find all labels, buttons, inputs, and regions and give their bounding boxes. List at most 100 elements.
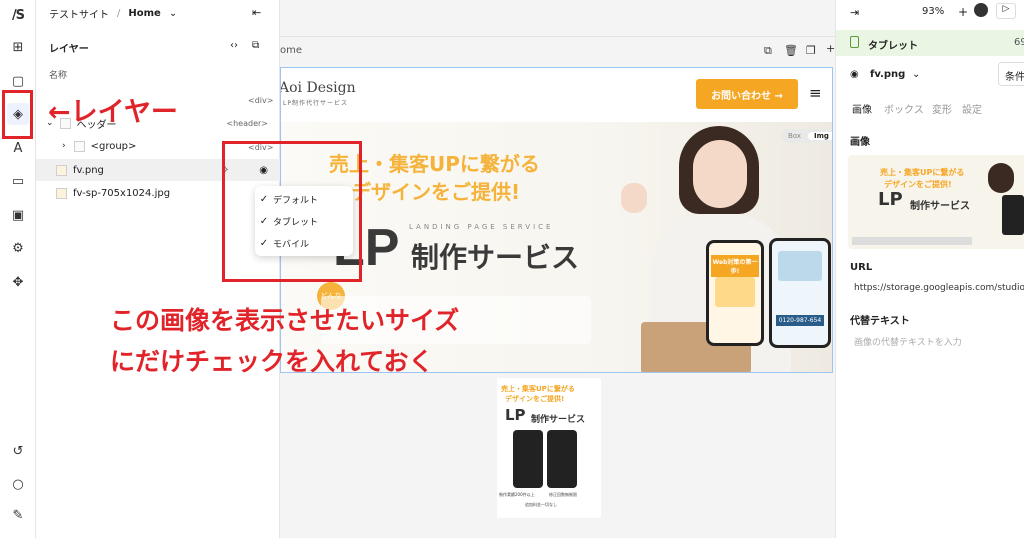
- tablet-icon: [850, 36, 859, 48]
- annotation-layer-label: ←レイヤー: [48, 97, 178, 128]
- check-icon: ✓: [259, 193, 269, 205]
- app-logo[interactable]: /S: [7, 4, 29, 26]
- page-selector[interactable]: Home: [128, 8, 160, 19]
- breakpoint-width: 69: [1014, 37, 1024, 48]
- comment-icon[interactable]: ○: [7, 473, 29, 495]
- icon-rail: /S ⊞ ▢ ◈ A ▭ ▣ ⚙ ✥ ↺ ○ ✎: [0, 0, 36, 538]
- preview-woman: [988, 163, 1014, 193]
- breadcrumb-separator: /: [117, 8, 121, 19]
- annotation-note-1: この画像を表示させたいサイズ: [110, 306, 460, 335]
- tab-transform[interactable]: 変形: [932, 101, 952, 116]
- layer-label: fv.png: [73, 164, 104, 176]
- zoom-level[interactable]: 93%: [922, 6, 944, 17]
- image-icon[interactable]: ▣: [7, 204, 29, 226]
- image-thumbnail: [56, 187, 67, 199]
- url-field[interactable]: https://storage.googleapis.com/studio-de: [848, 278, 1024, 300]
- hero-headline-2: デザインをご提供!: [351, 180, 521, 204]
- panel-toggle-icon[interactable]: ⇥: [850, 6, 859, 19]
- edit-icon[interactable]: ✎: [7, 504, 29, 526]
- pages-icon[interactable]: ▢: [7, 70, 29, 92]
- toggle-box[interactable]: Box: [781, 132, 808, 140]
- woman-hand: [621, 183, 647, 213]
- div-tag: <div>: [248, 96, 274, 105]
- alt-text-input[interactable]: 画像の代替テキストを入力: [848, 330, 1024, 352]
- sp-big: LP: [505, 406, 526, 424]
- history-icon[interactable]: ↺: [7, 440, 29, 462]
- sp-phone-2: [547, 430, 577, 488]
- chevron-down-icon[interactable]: ⌄: [169, 8, 177, 19]
- layer-label: fv-sp-705x1024.jpg: [73, 187, 171, 199]
- preview-headline-1: 売上・集客UPに繋がる: [880, 168, 965, 177]
- menu-item-tablet[interactable]: ✓ タブレット: [255, 210, 353, 232]
- menu-item-default[interactable]: ✓ デフォルト: [255, 188, 353, 210]
- add-icon[interactable]: +: [826, 42, 835, 55]
- condition-button[interactable]: 条件: [998, 62, 1024, 86]
- sp-preview[interactable]: 売上・集客UPに繋がる デザインをご提供! LP 制作サービス 制作実績200件…: [497, 378, 601, 518]
- sp-feature-2: 修正回数無制限: [549, 492, 577, 497]
- chevron-down-icon[interactable]: ⌄: [912, 69, 920, 80]
- menu-item-mobile[interactable]: ✓ モバイル: [255, 232, 353, 254]
- add-element-icon[interactable]: ⊞: [7, 36, 29, 58]
- breakpoint-label: タブレット: [868, 41, 918, 52]
- column-header: 名称: [49, 71, 68, 81]
- components-icon[interactable]: ✥: [7, 271, 29, 293]
- service-ja: 制作サービス: [411, 241, 580, 274]
- menu-item-label: デフォルト: [273, 195, 319, 206]
- typography-icon[interactable]: A: [7, 137, 29, 159]
- trash-icon[interactable]: 🗑: [784, 44, 798, 57]
- tab-settings[interactable]: 設定: [962, 101, 982, 116]
- add-icon[interactable]: +: [958, 5, 968, 19]
- sp-feature-1: 制作実績200件以上: [499, 492, 535, 497]
- phone2-tel: 0120-987-654: [776, 315, 824, 326]
- phone-mockup-1: Web対策の第一歩!: [706, 240, 764, 346]
- breadcrumb: テストサイト / Home ⌄: [49, 6, 177, 21]
- layer-tag: <header>: [226, 118, 268, 128]
- sp-ja: 制作サービス: [531, 415, 586, 425]
- lp-logo: Aoi Design: [280, 80, 356, 96]
- copy-icon[interactable]: ❐: [806, 44, 816, 57]
- menu-item-label: タブレット: [273, 217, 319, 228]
- code-icon[interactable]: ‹›: [230, 40, 238, 51]
- sp-headline-2: デザインをご提供!: [505, 395, 565, 403]
- lp-logo-sub: LP制作代行サービス: [283, 100, 348, 107]
- woman-face: [693, 140, 747, 208]
- box-icon: [73, 140, 85, 152]
- element-name[interactable]: fv.png: [870, 69, 905, 80]
- box-img-toggle[interactable]: Box Img: [781, 129, 832, 143]
- check-icon: ✓: [259, 215, 269, 227]
- canvas-breadcrumb: ome: [280, 45, 303, 56]
- divider: [280, 36, 835, 37]
- site-name[interactable]: テストサイト: [49, 6, 109, 21]
- image-preview[interactable]: 売上・集客UPに繋がる デザインをご提供! LP 制作サービス: [848, 155, 1024, 249]
- preview-phone: [1002, 195, 1024, 235]
- panel-title: レイヤー: [49, 44, 89, 55]
- hamburger-menu-icon[interactable]: ≡: [809, 84, 822, 102]
- chevron-right-icon[interactable]: ›: [62, 141, 66, 151]
- url-label: URL: [850, 262, 873, 273]
- alt-label: 代替テキスト: [850, 316, 910, 327]
- collapse-panel-icon[interactable]: ⇤: [252, 6, 261, 19]
- preview-play-icon[interactable]: ▷: [996, 3, 1016, 19]
- breakpoint-bar[interactable]: [836, 30, 1024, 56]
- sp-feature-3: 追加料金一切なし: [525, 502, 557, 507]
- copy-icon[interactable]: ⧉: [252, 40, 259, 51]
- annotation-box-layers: [2, 90, 33, 139]
- visibility-menu: ✓ デフォルト ✓ タブレット ✓ モバイル: [255, 186, 353, 256]
- tab-image[interactable]: 画像: [852, 101, 872, 116]
- tab-box[interactable]: ボックス: [884, 101, 924, 116]
- folder-icon[interactable]: ▭: [7, 170, 29, 192]
- avatar[interactable]: [974, 3, 988, 17]
- section-image: 画像: [850, 137, 870, 148]
- menu-item-label: モバイル: [273, 239, 310, 250]
- layer-label: <group>: [90, 140, 137, 152]
- visibility-eye-icon[interactable]: ◉: [850, 69, 859, 80]
- lp-cta-button[interactable]: お問い合わせ →: [696, 79, 798, 109]
- preview-big: LP: [878, 189, 903, 210]
- duplicate-icon[interactable]: ⧉: [764, 44, 772, 58]
- annotation-note-2: にだけチェックを入れておく: [110, 347, 434, 376]
- toggle-img[interactable]: Img: [808, 132, 832, 140]
- check-icon: ✓: [259, 237, 269, 249]
- sp-headline-1: 売上・集客UPに繋がる: [501, 385, 575, 393]
- cms-icon[interactable]: ⚙: [7, 237, 29, 259]
- phone-mockup-2: 0120-987-654: [769, 238, 831, 348]
